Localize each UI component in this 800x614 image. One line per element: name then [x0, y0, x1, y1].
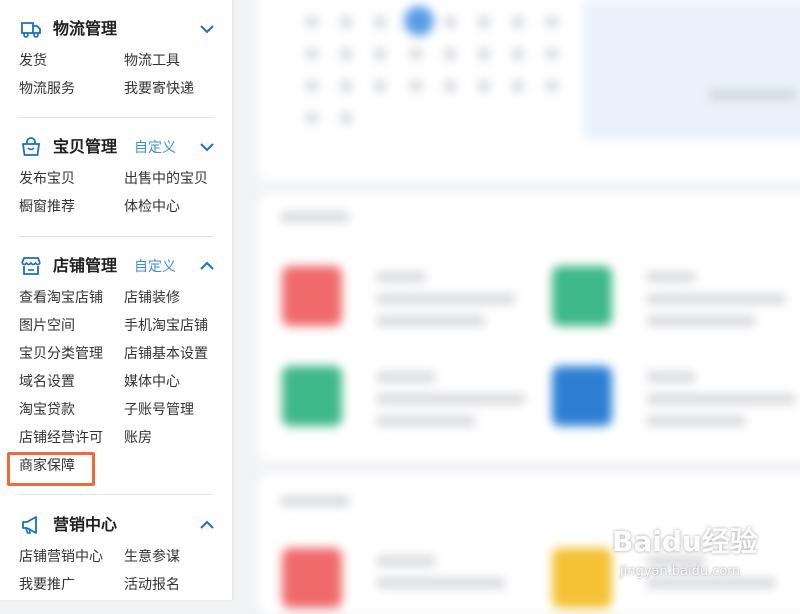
link-mobile-taobao-shop[interactable]: 手机淘宝店铺: [124, 316, 208, 336]
link-domain-settings[interactable]: 域名设置: [19, 372, 75, 392]
baidu-jingyan-watermark: Baidu经验 jingyan.baidu.com: [612, 520, 792, 590]
chevron-up-icon[interactable]: [199, 518, 215, 532]
link-shop-decoration[interactable]: 店铺装修: [124, 288, 180, 308]
divider: [18, 117, 214, 118]
section-header-marketing[interactable]: 营销中心: [0, 510, 232, 540]
link-shop-basic-settings[interactable]: 店铺基本设置: [124, 344, 208, 364]
watermark-url: jingyan.baidu.com: [620, 564, 740, 579]
sidebar: 物流管理 发货 物流工具 物流服务 我要寄快递 宝贝管理 自定义 发布宝贝 出售…: [0, 0, 232, 600]
link-ship[interactable]: 发货: [19, 51, 47, 71]
link-send-express[interactable]: 我要寄快递: [124, 79, 194, 99]
link-business-advisor[interactable]: 生意参谋: [124, 547, 180, 567]
section-header-items[interactable]: 宝贝管理 自定义: [0, 132, 232, 162]
link-media-center[interactable]: 媒体中心: [124, 372, 180, 392]
watermark-logo: Baidu经验: [612, 525, 758, 558]
link-items-on-sale[interactable]: 出售中的宝贝: [124, 169, 208, 189]
link-promote[interactable]: 我要推广: [19, 575, 75, 595]
link-business-license[interactable]: 店铺经营许可: [19, 428, 103, 448]
section-logistics: 物流管理 发货 物流工具 物流服务 我要寄快递: [0, 14, 232, 104]
shopping-bag-icon: [21, 137, 41, 156]
info-panel: [583, 0, 800, 140]
blurred-main-content: [240, 0, 800, 614]
link-item-category[interactable]: 宝贝分类管理: [19, 344, 103, 364]
divider: [18, 236, 214, 237]
highlight-box: [7, 452, 95, 486]
section-header-logistics[interactable]: 物流管理: [0, 14, 232, 44]
calendar-selected-day: [404, 6, 434, 36]
link-event-signup[interactable]: 活动报名: [124, 575, 180, 595]
link-image-space[interactable]: 图片空间: [19, 316, 75, 336]
link-logistics-tools[interactable]: 物流工具: [124, 51, 180, 71]
customize-link-items[interactable]: 自定义: [134, 137, 176, 159]
link-shop-marketing-center[interactable]: 店铺营销中心: [19, 547, 103, 567]
link-window-recommend[interactable]: 橱窗推荐: [19, 197, 75, 217]
link-health-center[interactable]: 体检中心: [124, 197, 180, 217]
section-title-shop: 店铺管理: [53, 256, 118, 275]
link-taobao-loan[interactable]: 淘宝贷款: [19, 400, 75, 420]
store-icon: [21, 257, 41, 275]
apps-card: [258, 194, 800, 460]
section-items: 宝贝管理 自定义 发布宝贝 出售中的宝贝 橱窗推荐 体检中心: [0, 132, 232, 222]
megaphone-icon: [22, 516, 37, 534]
link-logistics-service[interactable]: 物流服务: [19, 79, 75, 99]
link-account-room[interactable]: 账房: [124, 428, 152, 448]
section-header-shop[interactable]: 店铺管理 自定义: [0, 251, 232, 281]
chevron-down-icon[interactable]: [199, 22, 215, 36]
truck-icon: [21, 22, 41, 38]
link-sub-account[interactable]: 子账号管理: [124, 400, 194, 420]
section-title-marketing: 营销中心: [53, 515, 118, 534]
chevron-up-icon[interactable]: [199, 259, 215, 273]
section-title-items: 宝贝管理: [53, 137, 118, 156]
calendar-card: [258, 0, 800, 180]
section-marketing: 营销中心 店铺营销中心 生意参谋 我要推广 活动报名: [0, 510, 232, 600]
link-view-taobao-shop[interactable]: 查看淘宝店铺: [19, 288, 103, 308]
section-title-logistics: 物流管理: [53, 19, 118, 38]
chevron-down-icon[interactable]: [199, 140, 215, 154]
customize-link-shop[interactable]: 自定义: [134, 256, 176, 278]
link-publish-item[interactable]: 发布宝贝: [19, 169, 75, 189]
divider: [18, 494, 214, 495]
